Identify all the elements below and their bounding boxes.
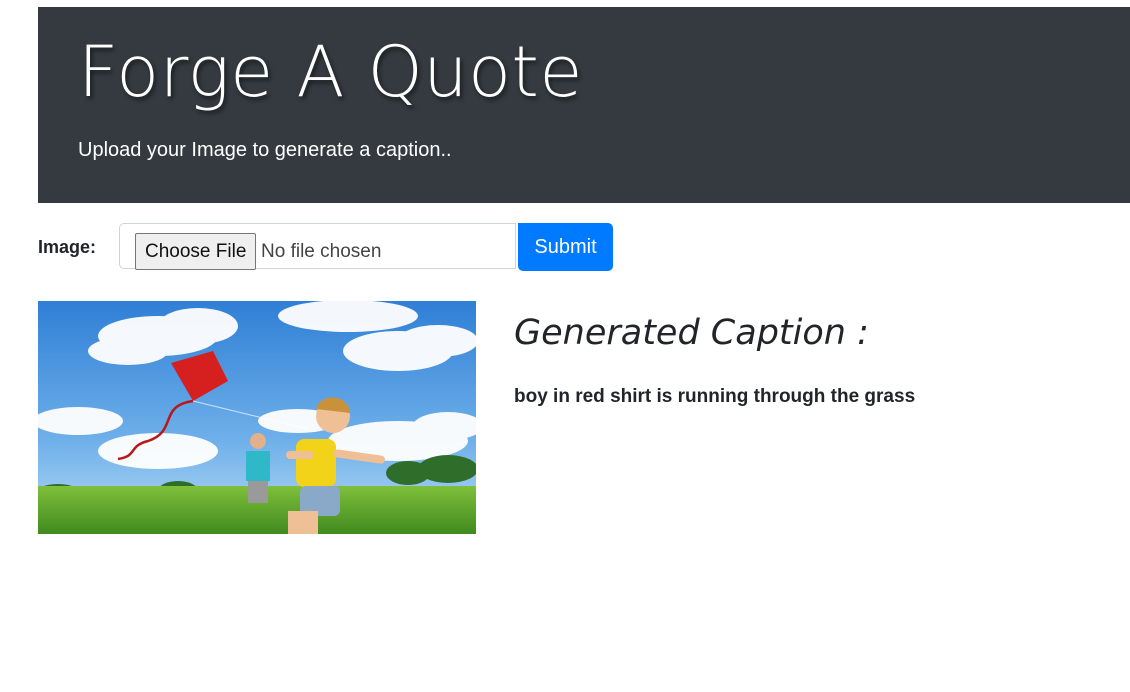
image-label: Image:	[38, 237, 97, 257]
page-title: Forge A Quote	[78, 31, 583, 113]
file-input[interactable]: Choose File No file chosen	[119, 223, 516, 270]
caption-heading: Generated Caption :	[514, 313, 869, 353]
upload-form: Image: Choose File No file chosen Submit	[38, 223, 638, 271]
uploaded-image	[38, 301, 476, 534]
submit-button[interactable]: Submit	[518, 223, 613, 271]
file-status-text: No file chosen	[261, 241, 382, 262]
page-subtitle: Upload your Image to generate a caption.…	[78, 139, 452, 161]
choose-file-button[interactable]: Choose File	[135, 233, 257, 270]
header-banner: Forge A Quote Upload your Image to gener…	[38, 7, 1130, 203]
generated-caption: boy in red shirt is running through the …	[514, 386, 916, 407]
